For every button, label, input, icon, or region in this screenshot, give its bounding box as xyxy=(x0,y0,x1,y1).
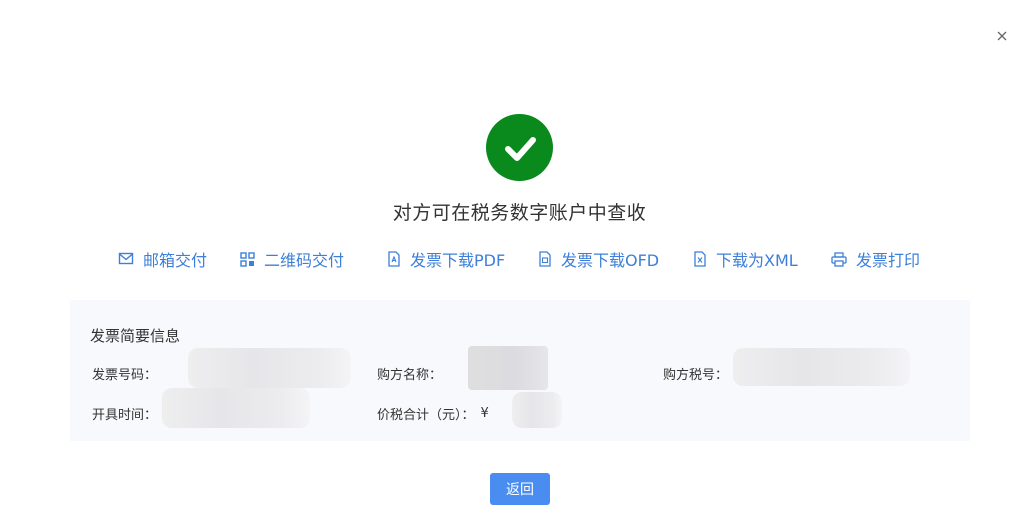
invoice-number-label: 发票号码： xyxy=(92,368,158,383)
buyer-tax-id-field: 购方税号： xyxy=(663,364,728,383)
redacted-buyer-tax-id xyxy=(733,348,910,386)
download-pdf-label: 发票下载PDF xyxy=(410,251,506,270)
invoice-number-field: 发票号码： xyxy=(92,364,157,383)
back-button[interactable]: 返回 xyxy=(490,473,550,505)
download-ofd-button[interactable]: 发票下载OFD xyxy=(538,246,659,272)
redacted-issue-time xyxy=(162,388,310,428)
qrcode-delivery-label: 二维码交付 xyxy=(264,251,345,270)
email-delivery-label: 邮箱交付 xyxy=(143,251,208,270)
close-button[interactable] xyxy=(990,24,1014,48)
currency-symbol: ¥ xyxy=(480,406,489,421)
invoice-summary-panel: 发票简要信息 发票号码： 购方名称： 购方税号： 开具时间： 价税合计（元）： … xyxy=(70,300,970,441)
download-pdf-button[interactable]: 发票下载PDF xyxy=(387,246,505,272)
close-icon xyxy=(997,31,1007,41)
mail-icon xyxy=(118,252,134,265)
result-message: 对方可在税务数字账户中查收 xyxy=(392,202,647,224)
download-xml-label: 下载为XML xyxy=(716,251,798,270)
buyer-name-field: 购方名称： xyxy=(377,364,442,383)
print-invoice-label: 发票打印 xyxy=(856,251,921,270)
qrcode-delivery-button[interactable]: 二维码交付 xyxy=(240,246,344,272)
ofd-file-icon xyxy=(539,251,551,267)
pdf-file-icon xyxy=(388,251,400,267)
delivery-actions: 邮箱交付 二维码交付 发票下载PDF 发票下载OFD 下载为XML 发票打印 xyxy=(0,246,1019,272)
issue-time-label: 开具时间： xyxy=(92,408,158,423)
qrcode-icon xyxy=(240,251,255,267)
redacted-total-amount xyxy=(512,392,562,428)
printer-icon xyxy=(831,251,847,267)
check-circle-icon xyxy=(486,114,553,181)
download-ofd-label: 发票下载OFD xyxy=(561,251,660,270)
delivery-dialog: 对方可在税务数字账户中查收 邮箱交付 二维码交付 发票下载PDF 发票下载OFD… xyxy=(0,0,1019,528)
summary-title: 发票简要信息 xyxy=(90,327,181,345)
issue-time-field: 开具时间： xyxy=(92,404,157,423)
redacted-buyer-name xyxy=(468,346,548,390)
email-delivery-button[interactable]: 邮箱交付 xyxy=(118,246,207,272)
redacted-invoice-number xyxy=(188,348,351,388)
xml-file-icon xyxy=(694,251,706,267)
buyer-tax-id-label: 购方税号： xyxy=(663,368,729,383)
total-amount-label: 价税合计（元）： xyxy=(377,408,475,423)
buyer-name-label: 购方名称： xyxy=(377,368,443,383)
total-amount-field: 价税合计（元）： ¥ xyxy=(377,404,489,423)
download-xml-button[interactable]: 下载为XML xyxy=(693,246,798,272)
print-invoice-button[interactable]: 发票打印 xyxy=(831,246,920,272)
